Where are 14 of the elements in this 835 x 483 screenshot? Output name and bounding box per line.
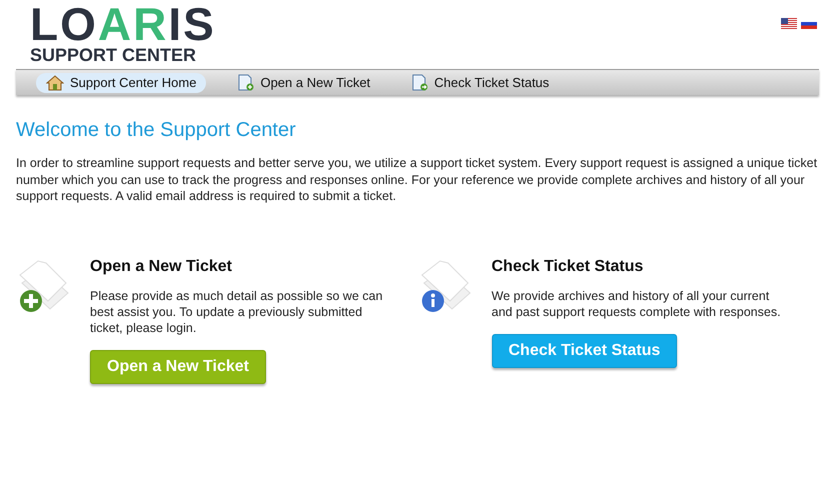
nav-tab[interactable]: Support Center Home	[36, 72, 206, 92]
intro-paragraph: In order to streamline support requests and better serve you, we utilize a support ticket system. Every support request is assigned a unique ticket number which you can use to track the progress and responses online. For your reference we provide complete archives and history of all your support requests. A valid email address is required to submit a ticket.	[16, 155, 818, 204]
logo-wordmark: LOARIS	[30, 4, 216, 44]
page-heading: Welcome to the Support Center	[16, 118, 297, 143]
nav-tab[interactable]: Open a New Ticket	[228, 72, 380, 92]
section-description: Please provide as much detail as possible so we can best assist you. To update a previously submitted ticket, please login.	[90, 288, 384, 336]
nav-tab[interactable]: Check Ticket Status	[402, 72, 560, 92]
document-plus-icon	[238, 74, 254, 91]
section-title: Open a New Ticket	[90, 256, 233, 276]
section-description: We provide archives and history of all your current and past support requests complete with responses.	[492, 288, 782, 320]
us-flag-icon[interactable]	[781, 18, 797, 29]
logo-subtitle: SUPPORT CENTER	[30, 45, 198, 65]
house-icon	[46, 74, 64, 90]
section-title: Check Ticket Status	[492, 256, 644, 276]
